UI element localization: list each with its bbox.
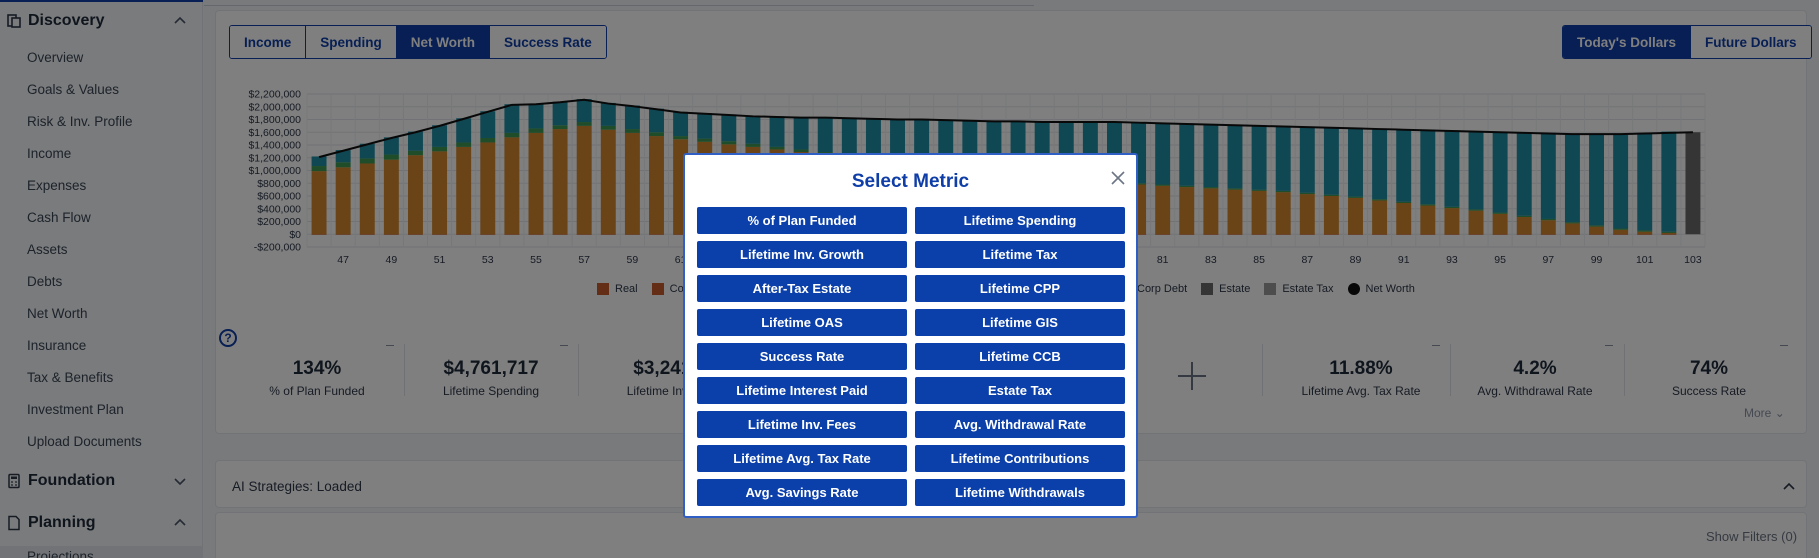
- modal-title: Select Metric: [851, 171, 970, 192]
- metric-lifetime-cpp-button[interactable]: Lifetime CPP: [915, 275, 1125, 302]
- metric-lifetime-tax-button[interactable]: Lifetime Tax: [915, 241, 1125, 268]
- metric-plan-funded-button[interactable]: % of Plan Funded: [697, 207, 907, 234]
- metric-lifetime-oas-button[interactable]: Lifetime OAS: [697, 309, 907, 336]
- metric-success-rate-button[interactable]: Success Rate: [697, 343, 907, 370]
- select-metric-modal: Select Metric % of Plan Funded Lifetime …: [683, 153, 1138, 518]
- metric-avg-savings-rate-button[interactable]: Avg. Savings Rate: [697, 479, 907, 506]
- close-icon[interactable]: [1109, 169, 1127, 187]
- metric-lifetime-interest-paid-button[interactable]: Lifetime Interest Paid: [697, 377, 907, 404]
- metric-lifetime-gis-button[interactable]: Lifetime GIS: [915, 309, 1125, 336]
- metric-lifetime-inv-growth-button[interactable]: Lifetime Inv. Growth: [697, 241, 907, 268]
- metric-after-tax-estate-button[interactable]: After-Tax Estate: [697, 275, 907, 302]
- metric-lifetime-ccb-button[interactable]: Lifetime CCB: [915, 343, 1125, 370]
- metric-avg-withdrawal-rate-button[interactable]: Avg. Withdrawal Rate: [915, 411, 1125, 438]
- metric-lifetime-withdrawals-button[interactable]: Lifetime Withdrawals: [915, 479, 1125, 506]
- metric-lifetime-spending-button[interactable]: Lifetime Spending: [915, 207, 1125, 234]
- metric-lifetime-inv-fees-button[interactable]: Lifetime Inv. Fees: [697, 411, 907, 438]
- metric-lifetime-contributions-button[interactable]: Lifetime Contributions: [915, 445, 1125, 472]
- metric-lifetime-avg-tax-rate-button[interactable]: Lifetime Avg. Tax Rate: [697, 445, 907, 472]
- metric-estate-tax-button[interactable]: Estate Tax: [915, 377, 1125, 404]
